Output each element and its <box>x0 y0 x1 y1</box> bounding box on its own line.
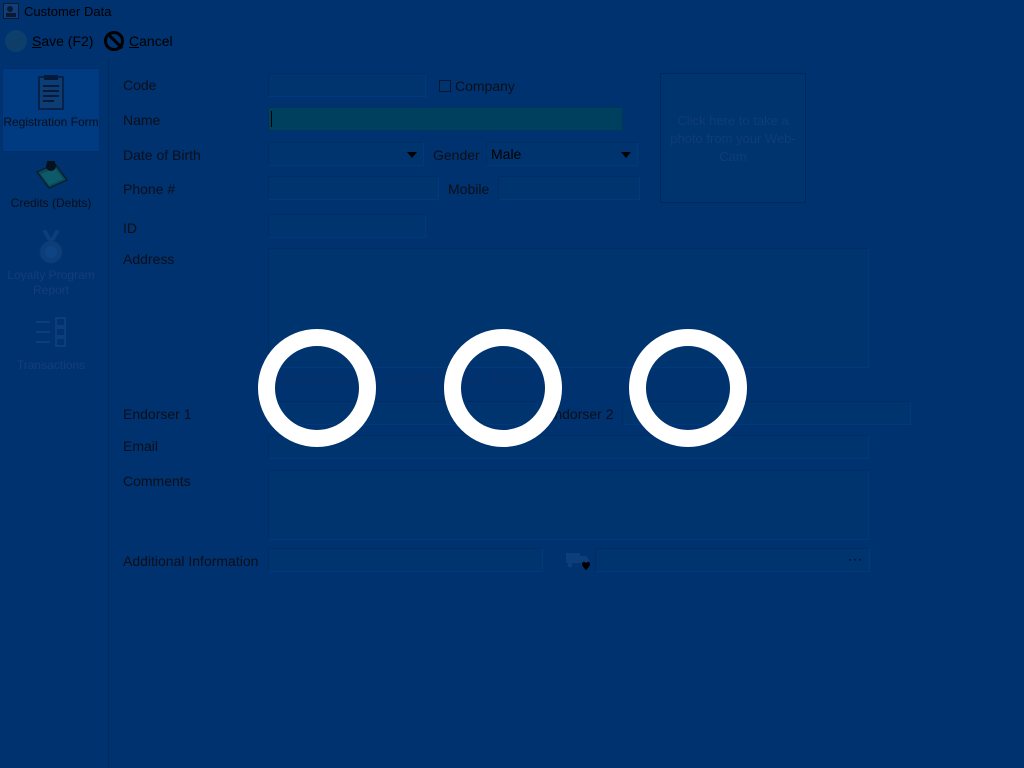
email-label: Email <box>123 438 159 454</box>
additional-info-input[interactable] <box>268 548 543 572</box>
email-input[interactable] <box>268 435 869 459</box>
medal-icon <box>39 230 63 264</box>
registration-form: Code Company Name Date of Birth Gender M… <box>109 60 1024 768</box>
address-label: Address <box>123 251 175 267</box>
toolbar: Save (F2) Cancel <box>0 24 1024 58</box>
gender-value: Male <box>491 146 522 162</box>
id-label: ID <box>123 220 137 236</box>
gender-dropdown[interactable]: Male <box>486 142 638 166</box>
company-label: Company <box>455 78 515 94</box>
comments-label: Comments <box>123 473 191 489</box>
endorser1-label: Endorser 1 <box>123 406 192 422</box>
chevron-down-icon <box>621 152 631 158</box>
save-mnemonic: S <box>32 33 42 49</box>
registration-form-icon <box>38 75 64 110</box>
delivery-truck-icon[interactable] <box>565 550 591 572</box>
name-label: Name <box>123 112 161 128</box>
cancel-label: ancel <box>139 33 173 49</box>
comments-textarea[interactable] <box>268 470 869 540</box>
save-label: ave (F2) <box>41 33 94 49</box>
cancel-icon <box>104 31 124 51</box>
credits-icon <box>35 161 69 189</box>
id-input[interactable] <box>268 214 426 238</box>
more-options-button[interactable]: ··· <box>848 552 863 566</box>
save-button[interactable]: Save (F2) <box>5 28 93 54</box>
title-bar: Customer Data <box>0 0 1024 24</box>
sidebar-item-loyalty-program-report[interactable]: Loyalty Program Report <box>2 230 100 302</box>
sidebar-item-label: Credits (Debts) <box>10 196 92 210</box>
checkmark-icon <box>5 30 27 52</box>
sidebar-item-label: Transactions <box>16 358 86 372</box>
sidebar-item-registration-form[interactable]: Registration Form <box>2 68 100 152</box>
transactions-icon <box>36 317 66 347</box>
company-checkbox[interactable] <box>439 80 451 92</box>
dob-label: Date of Birth <box>123 147 201 163</box>
additional-info-label: Additional Information <box>123 553 259 569</box>
phone-input[interactable] <box>268 176 439 200</box>
loading-ring-3 <box>629 329 747 447</box>
phone-label: Phone # <box>123 181 176 197</box>
sidebar-item-transactions[interactable]: Transactions <box>2 316 100 376</box>
mobile-input[interactable] <box>498 176 640 200</box>
edit-address-link[interactable]: Edit (F9) <box>388 372 434 386</box>
loading-ring-2 <box>444 329 562 447</box>
mobile-label: Mobile <box>448 181 490 197</box>
sidebar-item-label: Registration Form <box>3 115 99 129</box>
window-title: Customer Data <box>24 4 112 19</box>
app-icon <box>3 3 19 19</box>
sidebar-item-credits[interactable]: Credits (Debts) <box>2 158 100 218</box>
name-input[interactable] <box>268 107 623 131</box>
chevron-down-icon <box>407 152 417 158</box>
text-caret <box>271 111 272 127</box>
additional-info-picker[interactable]: ··· <box>595 548 870 572</box>
cancel-mnemonic: C <box>129 33 140 49</box>
sidebar: Registration Form Credits (Debts) Loyalt… <box>0 60 109 768</box>
webcam-photo-area[interactable]: Click here to take a photo from your Web… <box>660 73 806 203</box>
code-label: Code <box>123 77 157 93</box>
code-input[interactable] <box>268 73 426 97</box>
cancel-button[interactable]: Cancel <box>104 28 173 54</box>
loading-ring-1 <box>258 329 376 447</box>
sidebar-item-label: Loyalty Program Report <box>7 268 95 297</box>
gender-label: Gender <box>433 147 480 163</box>
dob-dropdown[interactable] <box>268 142 424 166</box>
